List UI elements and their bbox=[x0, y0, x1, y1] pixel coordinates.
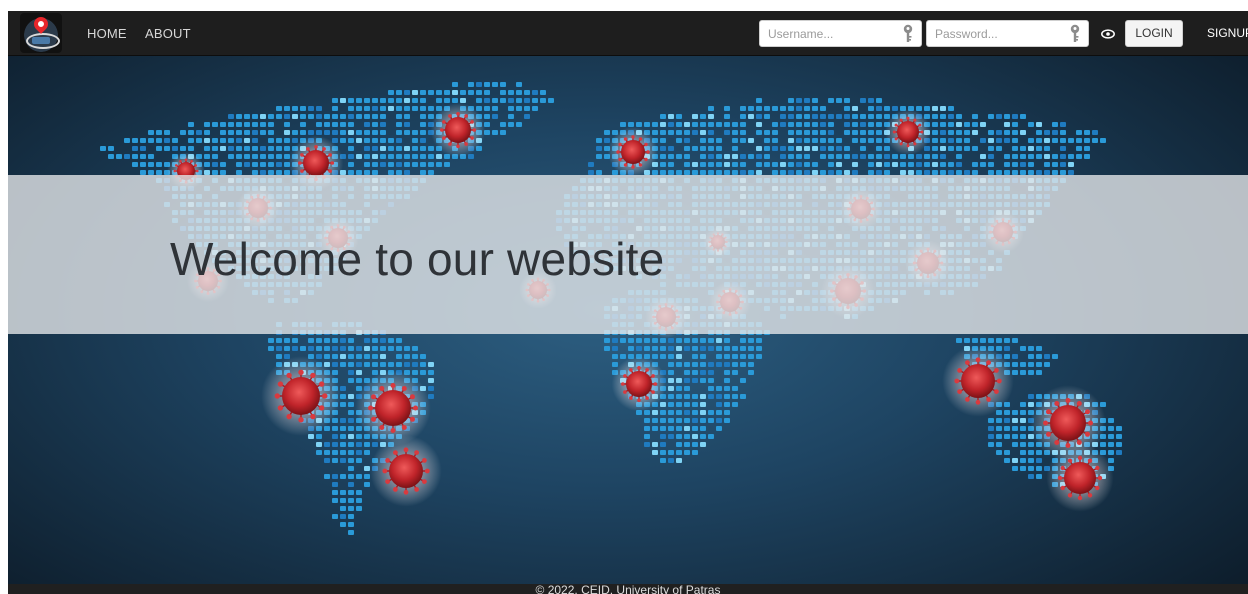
eye-icon bbox=[1101, 28, 1115, 39]
signup-link[interactable]: SIGNUP bbox=[1207, 26, 1248, 40]
username-input[interactable] bbox=[768, 26, 886, 42]
window-left-strip bbox=[0, 0, 8, 594]
welcome-heading: Welcome to our website bbox=[170, 233, 665, 285]
app-logo[interactable] bbox=[20, 13, 62, 53]
navbar: HOME ABOUT LOGIN SIGNUP bbox=[8, 11, 1248, 56]
footer-copyright: © 2022, CEID, University of Patras bbox=[535, 584, 721, 594]
window-top-strip bbox=[0, 0, 1248, 11]
toggle-password-button[interactable] bbox=[1094, 20, 1122, 47]
welcome-banner: Welcome to our website bbox=[8, 175, 1248, 334]
hero-world-map: Welcome to our website bbox=[8, 56, 1248, 584]
password-input[interactable] bbox=[935, 26, 1053, 42]
nav-about-link[interactable]: ABOUT bbox=[145, 26, 191, 41]
nav-home-link[interactable]: HOME bbox=[87, 26, 127, 41]
password-key-icon bbox=[1070, 24, 1080, 42]
logo-base bbox=[32, 37, 50, 44]
password-field[interactable] bbox=[926, 20, 1089, 47]
footer: © 2022, CEID, University of Patras bbox=[8, 584, 1248, 594]
username-key-icon bbox=[903, 24, 913, 42]
map-pin-icon bbox=[31, 14, 51, 34]
username-field[interactable] bbox=[759, 20, 922, 47]
login-button[interactable]: LOGIN bbox=[1125, 20, 1183, 47]
